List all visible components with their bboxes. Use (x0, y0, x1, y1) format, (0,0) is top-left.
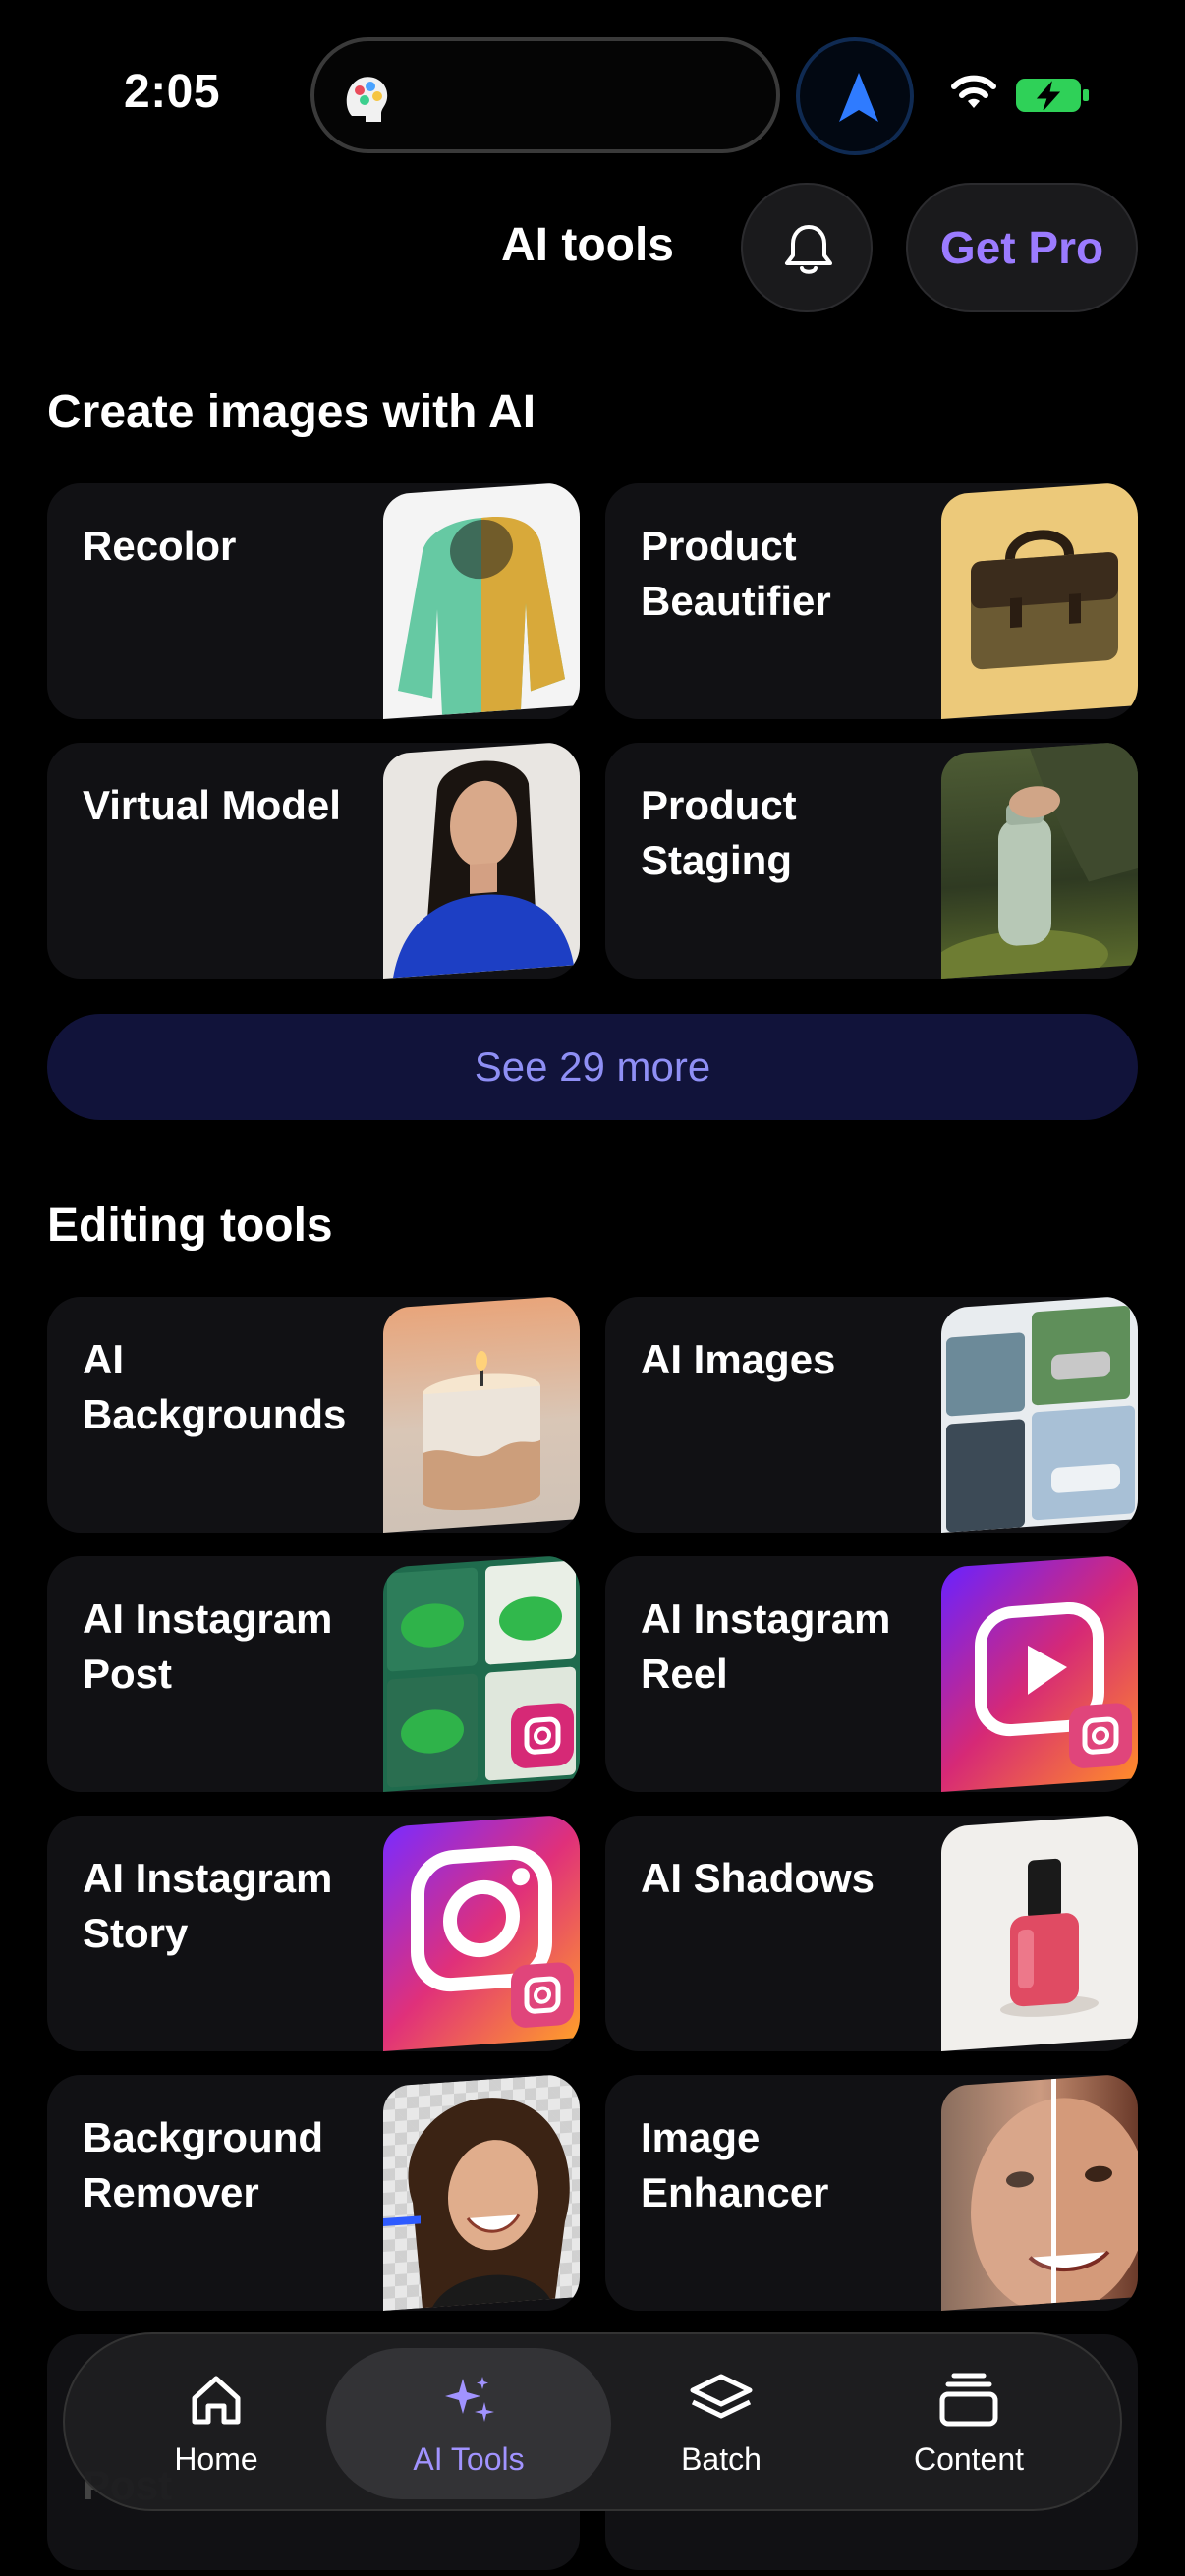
tool-card-label: AI Instagram Post (83, 1596, 333, 1697)
ai-backgrounds-thumbnail (383, 1297, 580, 1533)
tab-label: Content (913, 2440, 1025, 2477)
tool-card-label: Virtual Model (83, 782, 341, 828)
section-title-editing: Editing tools (47, 1200, 333, 1252)
recolor-thumbnail (383, 483, 580, 719)
tool-card-label: Product Beautifier (641, 523, 831, 624)
notifications-button[interactable] (741, 183, 873, 312)
tab-label: Home (174, 2440, 258, 2477)
ai-instagram-post-thumbnail (383, 1556, 580, 1792)
see-more-button[interactable]: See 29 more (47, 1014, 1138, 1120)
dynamic-island[interactable] (310, 37, 780, 153)
navigation-indicator[interactable] (796, 37, 914, 155)
sparkles-icon (445, 2376, 494, 2422)
wifi-icon (951, 75, 996, 108)
status-time: 2:05 (124, 66, 221, 118)
bottom-tab-bar: Home AI Tools Batch Content (63, 2332, 1122, 2511)
tool-card-background-remover[interactable]: Background Remover (47, 2075, 580, 2311)
image-enhancer-thumbnail (941, 2075, 1138, 2311)
status-bar: 2:05 (0, 0, 1185, 187)
app-logo-icon (346, 77, 388, 122)
stack-icon (939, 2373, 998, 2426)
tool-card-label: AI Backgrounds (83, 1336, 347, 1437)
ai-images-thumbnail (941, 1297, 1138, 1533)
ai-shadows-thumbnail (941, 1816, 1138, 2051)
background-remover-thumbnail (383, 2075, 580, 2311)
tool-card-label: AI Images (641, 1336, 836, 1382)
get-pro-button[interactable]: Get Pro (906, 183, 1138, 312)
tab-batch[interactable]: Batch (593, 2334, 849, 2513)
tool-card-image-enhancer[interactable]: Image Enhancer (605, 2075, 1138, 2311)
tool-card-ai-images[interactable]: AI Images (605, 1297, 1138, 1533)
tab-label: AI Tools (413, 2440, 525, 2477)
tool-card-product-staging[interactable]: Product Staging (605, 743, 1138, 979)
tool-card-ai-backgrounds[interactable]: AI Backgrounds (47, 1297, 580, 1533)
tool-card-ai-instagram-reel[interactable]: AI Instagram Reel (605, 1556, 1138, 1792)
tool-card-product-beautifier[interactable]: Product Beautifier (605, 483, 1138, 719)
ai-instagram-story-thumbnail (383, 1816, 580, 2051)
tab-home[interactable]: Home (88, 2334, 344, 2513)
tool-card-label: Image Enhancer (641, 2114, 829, 2215)
tool-card-virtual-model[interactable]: Virtual Model (47, 743, 580, 979)
tool-card-ai-instagram-post[interactable]: AI Instagram Post (47, 1556, 580, 1792)
tool-card-label: Background Remover (83, 2114, 324, 2215)
tab-content[interactable]: Content (841, 2334, 1097, 2513)
tab-label: Batch (681, 2440, 762, 2477)
section-title-create: Create images with AI (47, 386, 536, 438)
tool-card-ai-instagram-story[interactable]: AI Instagram Story (47, 1816, 580, 2051)
location-arrow-icon (839, 73, 878, 122)
tool-card-label: Product Staging (641, 782, 797, 883)
tool-card-label: AI Instagram Reel (641, 1596, 891, 1697)
layers-icon (690, 2374, 753, 2418)
tool-card-label: Recolor (83, 523, 237, 569)
ai-instagram-reel-thumbnail (941, 1556, 1138, 1792)
tool-card-label: AI Instagram Story (83, 1855, 333, 1956)
battery-charging-icon (1016, 79, 1089, 112)
page-title: AI tools (501, 219, 674, 271)
product-beautifier-thumbnail (941, 483, 1138, 719)
tool-card-label: AI Shadows (641, 1855, 875, 1901)
tool-card-ai-shadows[interactable]: AI Shadows (605, 1816, 1138, 2051)
tool-card-recolor[interactable]: Recolor (47, 483, 580, 719)
product-staging-thumbnail (941, 743, 1138, 979)
bell-icon (785, 225, 832, 274)
virtual-model-thumbnail (383, 743, 580, 979)
home-icon (192, 2376, 241, 2424)
tab-ai-tools[interactable]: AI Tools (326, 2348, 611, 2499)
